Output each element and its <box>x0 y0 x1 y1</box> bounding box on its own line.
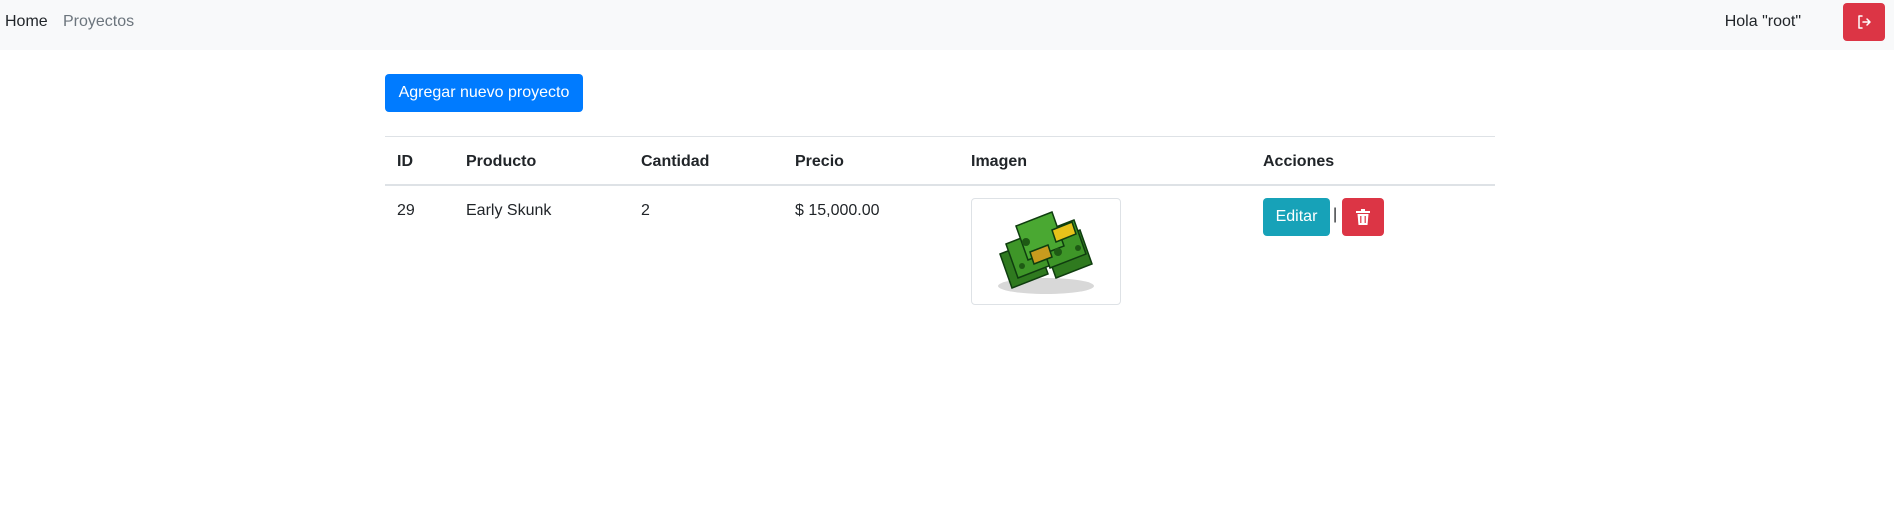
add-project-button[interactable]: Agregar nuevo proyecto <box>385 74 583 112</box>
header-imagen: Imagen <box>971 153 1028 170</box>
user-greeting: Hola "root" <box>1724 13 1801 30</box>
cell-id: 29 <box>397 202 415 219</box>
edit-button[interactable]: Editar <box>1263 198 1330 236</box>
nav-home-link[interactable]: Home <box>5 13 48 31</box>
money-stack-icon <box>998 211 1094 294</box>
delete-button[interactable] <box>1342 198 1384 236</box>
table-row: 29 Early Skunk 2 $ 15,000.00 Editar | <box>385 186 1495 316</box>
table-header-row: ID Producto Cantidad Precio Imagen Accio… <box>385 136 1495 186</box>
product-image <box>971 198 1121 305</box>
logout-button[interactable] <box>1843 3 1885 41</box>
trash-icon <box>1356 209 1370 225</box>
header-acciones: Acciones <box>1263 153 1335 170</box>
navbar: Home Proyectos Hola "root" <box>0 0 1894 50</box>
header-id: ID <box>397 153 413 170</box>
cell-producto: Early Skunk <box>466 202 552 219</box>
header-precio: Precio <box>795 153 844 170</box>
logout-icon <box>1858 15 1871 29</box>
products-table: ID Producto Cantidad Precio Imagen Accio… <box>385 136 1495 316</box>
action-separator: | <box>1333 206 1338 223</box>
header-producto: Producto <box>466 153 537 170</box>
nav-proyectos-link[interactable]: Proyectos <box>63 13 134 31</box>
header-cantidad: Cantidad <box>641 153 710 170</box>
cell-cantidad: 2 <box>641 202 650 219</box>
cell-precio: $ 15,000.00 <box>795 202 880 219</box>
